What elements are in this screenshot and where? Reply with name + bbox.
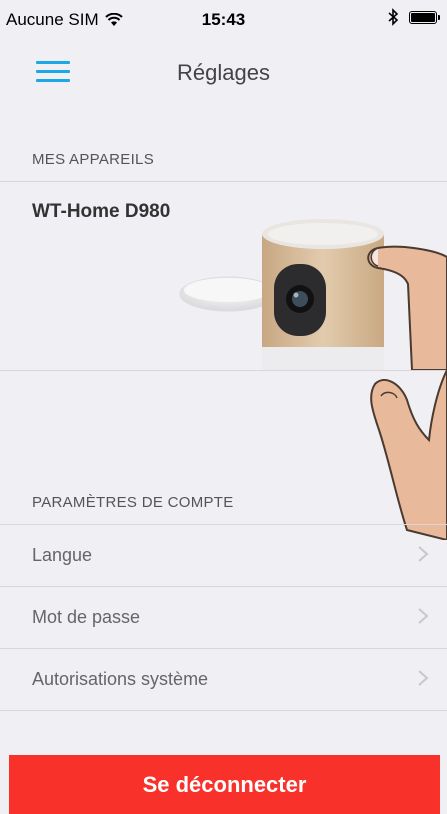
account-section-header: PARAMÈTRES DE COMPTE [32,494,234,511]
devices-section-header: MES APPAREILS [32,151,155,168]
clock: 15:43 [201,10,246,29]
account-settings-list: Langue Mot de passe Autorisations systèm… [0,524,447,711]
device-row-wt-home[interactable]: WT-Home D980 [0,181,447,371]
chevron-right-icon [418,608,429,624]
page-title: Réglages [177,60,270,85]
battery-icon [409,10,440,24]
device-image [179,219,447,370]
navigation-bar: Réglages [0,40,447,104]
settings-row-label: Autorisations système [32,669,209,689]
gesture-hand-illustration [370,370,447,540]
settings-row-label: Mot de passe [32,607,141,627]
bluetooth-icon [388,8,399,26]
settings-row-label: Langue [32,545,93,565]
settings-row-autorisations-systeme[interactable]: Autorisations système [0,649,447,711]
status-icons [387,8,440,26]
logout-button[interactable]: Se déconnecter [9,755,440,814]
settings-row-langue[interactable]: Langue [0,525,447,587]
settings-row-mot-de-passe[interactable]: Mot de passe [0,587,447,649]
status-bar: Aucune SIM 15:43 [0,0,447,40]
chevron-right-icon [418,546,429,562]
chevron-right-icon [418,670,429,686]
